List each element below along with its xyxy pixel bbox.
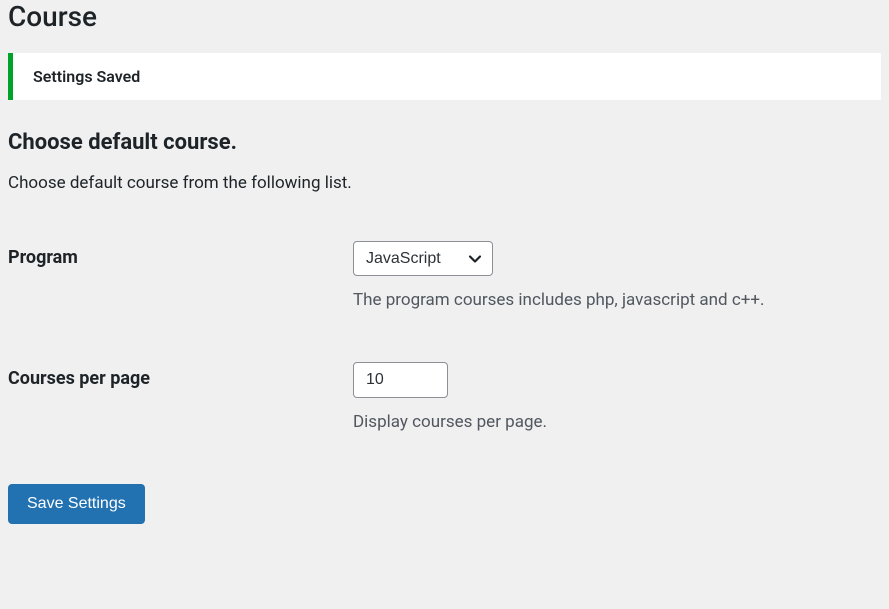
program-select[interactable]: JavaScript <box>353 241 493 276</box>
program-row: Program JavaScript The program courses i… <box>8 241 881 310</box>
page-title: Course <box>8 0 881 33</box>
courses-per-page-row: Courses per page Display courses per pag… <box>8 362 881 432</box>
submit-row: Save Settings <box>8 484 881 524</box>
notice-message: Settings Saved <box>33 67 140 86</box>
program-field: JavaScript The program courses includes … <box>353 241 881 310</box>
settings-saved-notice: Settings Saved <box>8 53 881 100</box>
program-select-wrap: JavaScript <box>353 241 493 276</box>
program-label: Program <box>8 241 353 268</box>
section-heading: Choose default course. <box>8 130 881 155</box>
courses-per-page-label: Courses per page <box>8 362 353 389</box>
courses-per-page-field: Display courses per page. <box>353 362 881 432</box>
courses-per-page-help-text: Display courses per page. <box>353 412 881 432</box>
courses-per-page-input[interactable] <box>353 362 448 398</box>
save-settings-button[interactable]: Save Settings <box>8 484 145 524</box>
section-description: Choose default course from the following… <box>8 173 881 193</box>
program-help-text: The program courses includes php, javasc… <box>353 290 881 310</box>
